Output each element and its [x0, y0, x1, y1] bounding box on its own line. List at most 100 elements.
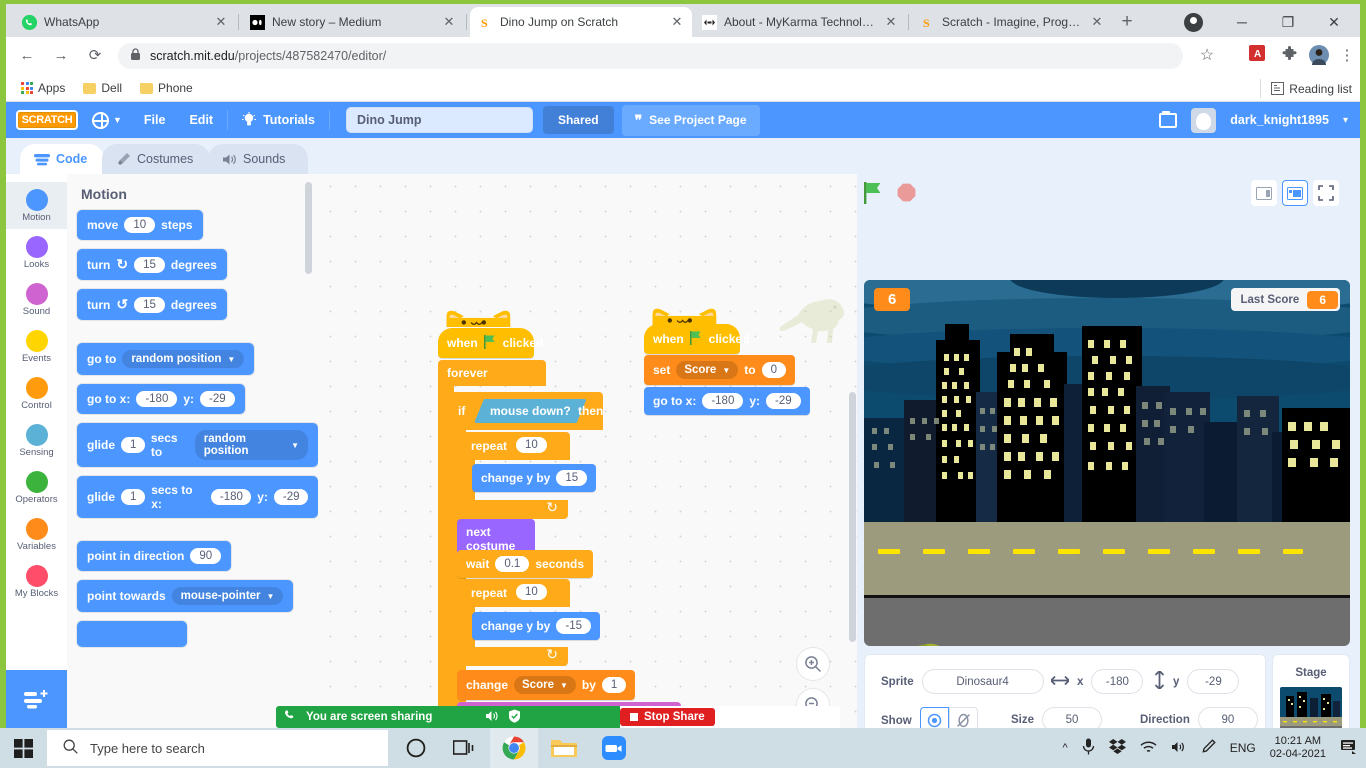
new-tab-button[interactable]: + — [1115, 11, 1139, 35]
fullscreen-icon[interactable] — [1313, 180, 1339, 206]
puzzle-extensions-icon[interactable] — [1278, 45, 1300, 67]
show-hidden-icons-icon[interactable]: ^ — [1063, 742, 1068, 754]
block-variable-dropdown[interactable]: Score▼ — [514, 676, 576, 694]
block-change-y-by-down[interactable]: change y by -15 — [472, 612, 600, 640]
category-motion[interactable]: Motion — [6, 182, 67, 229]
block-input[interactable]: 1 — [121, 437, 145, 453]
scratch-logo[interactable]: SCRATCH — [16, 110, 78, 130]
language-selector[interactable]: ▼ — [78, 112, 132, 129]
pdf-extension-icon[interactable]: A — [1246, 45, 1268, 67]
block-wait-seconds[interactable]: wait 0.1 seconds — [457, 550, 593, 578]
y-input[interactable]: -29 — [1187, 669, 1239, 694]
block-go-to-xy[interactable]: go to x: -180 y: -29 — [644, 387, 810, 415]
stage[interactable]: 6 Last Score 6 — [864, 280, 1350, 646]
block-dropdown[interactable]: random position▼ — [195, 430, 308, 460]
block-dropdown[interactable]: mouse-pointer▼ — [172, 587, 284, 605]
dropbox-icon[interactable] — [1109, 739, 1126, 758]
category-my-blocks[interactable]: My Blocks — [6, 558, 67, 605]
show-sprite-button[interactable] — [920, 707, 949, 728]
notifications-icon[interactable] — [1340, 739, 1358, 758]
block-input[interactable]: 15 — [556, 470, 587, 486]
minimize-icon[interactable]: ─ — [1222, 8, 1262, 36]
add-extension-button[interactable] — [6, 670, 67, 728]
block-input[interactable]: 15 — [134, 257, 165, 273]
browser-tab-dino-jump-on-scratch[interactable]: S Dino Jump on Scratch ✕ — [470, 7, 692, 37]
block-repeat-down-header[interactable]: repeat 10 — [462, 579, 570, 607]
reading-list-button[interactable]: Reading list — [1260, 79, 1352, 98]
bookmark-star-icon[interactable]: ☆ — [1196, 45, 1218, 67]
browser-tab-whatsapp[interactable]: WhatsApp ✕ — [14, 7, 236, 37]
stop-icon[interactable] — [897, 183, 916, 205]
sprite-dinosaur4[interactable] — [880, 638, 958, 646]
block-input[interactable]: -180 — [211, 489, 251, 505]
block-dropdown[interactable]: random position▼ — [122, 350, 244, 368]
close-icon[interactable]: ✕ — [442, 14, 456, 30]
block-set-score-to[interactable]: set Score▼ to 0 — [644, 355, 795, 385]
block-input[interactable]: 15 — [134, 297, 165, 313]
close-icon[interactable]: ✕ — [670, 14, 684, 30]
close-window-icon[interactable]: ✕ — [1314, 8, 1354, 36]
file-explorer-icon[interactable] — [540, 728, 588, 768]
category-sensing[interactable]: Sensing — [6, 417, 67, 464]
wifi-icon[interactable] — [1140, 740, 1157, 757]
palette-block-glide-to[interactable]: glide 1 secs to random position▼ — [77, 423, 318, 467]
block-input[interactable]: 10 — [516, 584, 547, 600]
block-input[interactable]: -29 — [766, 393, 801, 409]
category-events[interactable]: Events — [6, 323, 67, 370]
my-stuff-folder-icon[interactable] — [1159, 113, 1177, 128]
browser-tab-medium[interactable]: New story – Medium ✕ — [242, 7, 464, 37]
block-input[interactable]: -180 — [136, 391, 177, 407]
direction-input[interactable]: 90 — [1198, 707, 1258, 728]
block-if-then-header[interactable]: if mouse down? then — [450, 392, 603, 430]
maximize-icon[interactable]: ❐ — [1268, 8, 1308, 36]
close-icon[interactable]: ✕ — [214, 14, 228, 30]
sprite-name-input[interactable]: Dinosaur4 — [922, 669, 1044, 694]
zoom-in-button[interactable] — [796, 647, 830, 681]
hide-sprite-button[interactable] — [949, 707, 978, 728]
menu-file[interactable]: File — [132, 107, 178, 133]
chevron-down-icon[interactable]: ▾ — [1343, 115, 1348, 126]
block-when-flag-clicked[interactable]: when clicked — [438, 328, 534, 358]
tab-costumes[interactable]: Costumes — [102, 144, 210, 174]
zoom-icon[interactable] — [590, 728, 638, 768]
cortana-icon[interactable] — [392, 728, 440, 768]
block-input[interactable]: 0 — [762, 362, 786, 378]
palette-scrollbar[interactable] — [305, 182, 312, 274]
palette-block-point-in-direction[interactable]: point in direction 90 — [77, 541, 231, 571]
large-stage-icon[interactable] — [1282, 180, 1308, 206]
volume-icon[interactable] — [1171, 740, 1187, 757]
block-mouse-down-predicate[interactable]: mouse down? — [474, 399, 587, 423]
user-avatar[interactable] — [1191, 108, 1216, 133]
block-input[interactable]: 1 — [121, 489, 145, 505]
category-variables[interactable]: Variables — [6, 511, 67, 558]
forward-icon[interactable]: → — [50, 45, 72, 67]
tab-sounds[interactable]: Sounds — [208, 144, 308, 174]
block-when-flag-clicked-2[interactable]: when clicked — [644, 324, 740, 354]
start-button[interactable] — [0, 728, 47, 768]
close-icon[interactable]: ✕ — [1090, 14, 1104, 30]
size-input[interactable]: 50 — [1042, 707, 1102, 728]
pen-icon[interactable] — [1201, 739, 1216, 757]
block-change-y-by-up[interactable]: change y by 15 — [472, 464, 596, 492]
x-input[interactable]: -180 — [1091, 669, 1143, 694]
palette-block-go-to[interactable]: go to random position▼ — [77, 343, 254, 375]
block-change-score-by[interactable]: change Score▼ by 1 — [457, 670, 635, 700]
palette-block-turn-left[interactable]: turn ↺ 15 degrees — [77, 289, 227, 320]
block-input[interactable]: 10 — [124, 217, 155, 233]
block-input[interactable]: 90 — [190, 548, 221, 564]
category-operators[interactable]: Operators — [6, 464, 67, 511]
username-label[interactable]: dark_knight1895 — [1230, 113, 1329, 127]
palette-block-move[interactable]: move 10 steps — [77, 210, 203, 240]
block-palette[interactable]: Motion move 10 steps turn ↻ 15 degrees t… — [67, 174, 318, 728]
block-input[interactable]: -180 — [702, 393, 743, 409]
block-input[interactable]: -29 — [274, 489, 308, 505]
bookmark-dell[interactable]: Dell — [76, 78, 129, 98]
block-input[interactable]: 1 — [602, 677, 626, 693]
block-variable-dropdown[interactable]: Score▼ — [676, 361, 738, 379]
shared-button[interactable]: Shared — [543, 106, 614, 134]
reload-icon[interactable]: ⟳ — [84, 45, 106, 67]
bookmark-apps[interactable]: Apps — [14, 78, 72, 98]
menu-tutorials[interactable]: Tutorials — [230, 106, 327, 134]
palette-block-glide-to-xy[interactable]: glide 1 secs to x: -180 y: -29 — [77, 476, 318, 518]
block-repeat-up-header[interactable]: repeat 10 — [462, 432, 570, 460]
